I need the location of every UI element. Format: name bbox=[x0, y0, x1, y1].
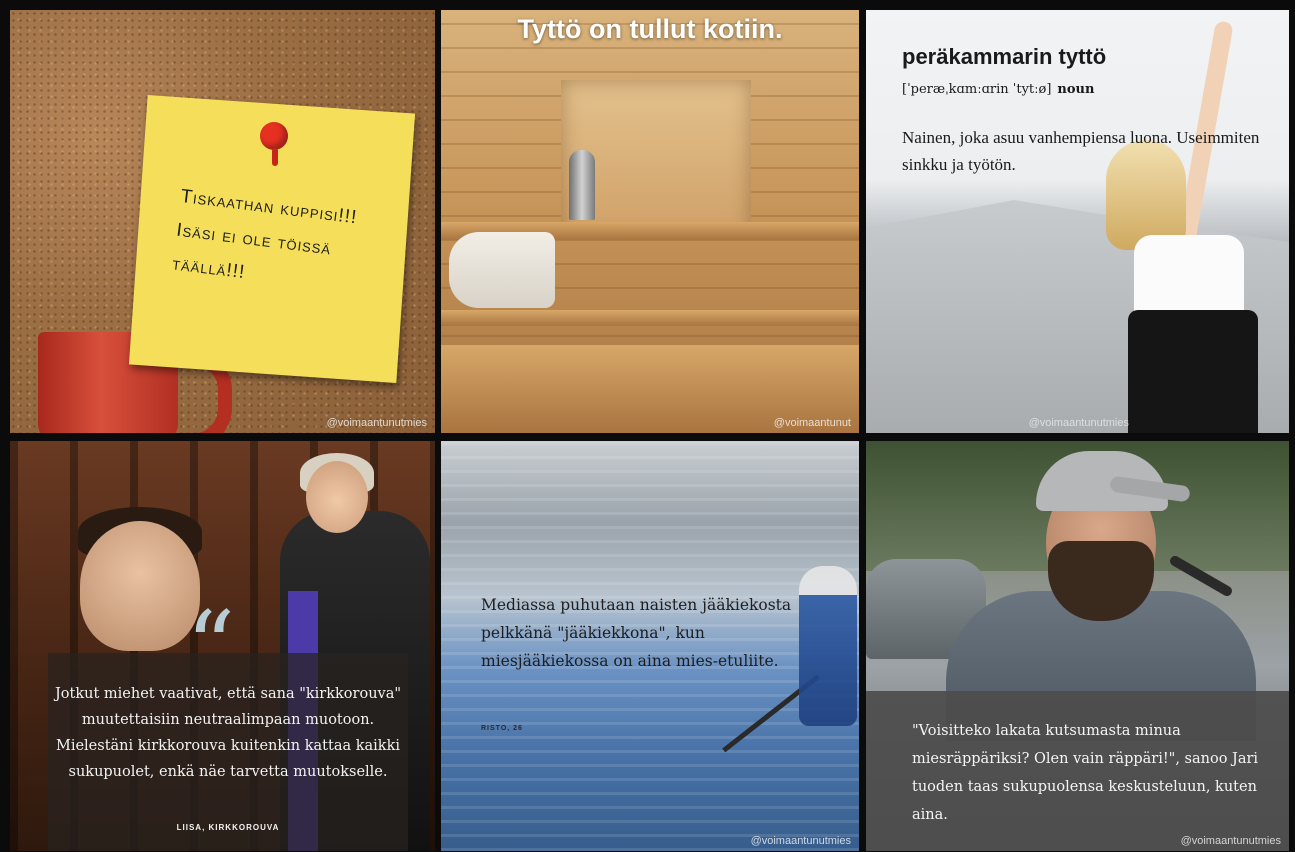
rolled-towel-image bbox=[449, 232, 555, 308]
pronunciation-text: [ˈperæˌkɑmːɑrin ˈtytːø] bbox=[902, 82, 1052, 97]
meme-tile-rapper: "Voisitteko lakata kutsumasta minua mies… bbox=[866, 441, 1289, 851]
dictionary-definition: Nainen, joka asuu vanhempiensa luona. Us… bbox=[902, 128, 1260, 174]
dictionary-word: peräkammarin tyttö bbox=[902, 44, 1107, 69]
meme-tile-hockey: Mediassa puhutaan naisten jääkiekosta pe… bbox=[441, 441, 859, 851]
meme-tile-church: “ Jotkut miehet vaativat, että sana "kir… bbox=[10, 441, 435, 851]
push-pin-stem bbox=[272, 148, 278, 166]
part-of-speech: noun bbox=[1057, 82, 1095, 97]
meme-tile-sauna: Tyttö on tullut kotiin. @voimaantunut bbox=[441, 10, 859, 433]
sticky-note-text: Tiskaathan kuppisi!!! Isäsi ei ole töiss… bbox=[170, 180, 401, 308]
rapper-quote-text: "Voisitteko lakata kutsumasta minua mies… bbox=[912, 723, 1259, 823]
hockey-quote-attribution: RISTO, 26 bbox=[481, 725, 523, 732]
hockey-quote-text: Mediassa puhutaan naisten jääkiekosta pe… bbox=[481, 596, 792, 670]
watermark-handle: @voimaantunutmies bbox=[750, 835, 851, 847]
dictionary-pronunciation: [ˈperæˌkɑmːɑrin ˈtytːø] noun bbox=[902, 82, 1094, 97]
church-quote-text: Jotkut miehet vaativat, että sana "kirkk… bbox=[54, 686, 402, 780]
watermark-handle: @voimaantunutmies bbox=[1180, 835, 1281, 847]
trophy-icon bbox=[569, 150, 595, 220]
meme-tile-postit: Tiskaathan kuppisi!!! Isäsi ei ole töiss… bbox=[10, 10, 435, 433]
meme-tile-dictionary: peräkammarin tyttö [ˈperæˌkɑmːɑrin ˈtytː… bbox=[866, 10, 1289, 433]
push-pin-icon bbox=[260, 122, 288, 150]
woman-skirt-image bbox=[1128, 310, 1258, 433]
watermark-handle: @voimaantunutmies bbox=[326, 417, 427, 429]
watermark-handle: @voimaantunutmies bbox=[1028, 417, 1129, 429]
man-face-image bbox=[80, 521, 200, 651]
church-quote-attribution: LIISA, KIRKKOROUVA bbox=[176, 823, 280, 832]
sauna-bench-middle bbox=[441, 310, 859, 326]
priest-head-image bbox=[306, 461, 368, 533]
watermark-handle: @voimaantunut bbox=[773, 417, 851, 429]
sauna-title: Tyttö on tullut kotiin. bbox=[517, 14, 783, 44]
